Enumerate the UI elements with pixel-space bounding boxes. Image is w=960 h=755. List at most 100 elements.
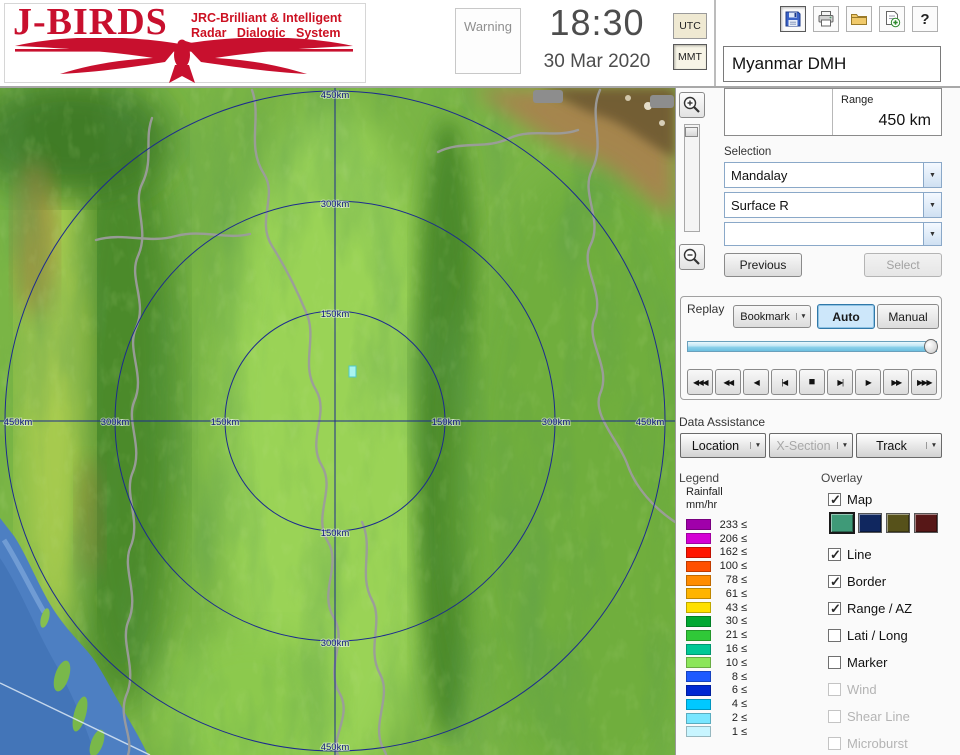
overlay-row-border[interactable]: Border: [828, 573, 958, 590]
ring-label: 150km: [432, 417, 461, 428]
warning-indicator[interactable]: Warning: [455, 8, 521, 74]
print-button[interactable]: [813, 6, 839, 32]
legend-color-swatch: [686, 602, 711, 614]
legend-suffix: ≤: [741, 725, 748, 738]
legend-color-swatch: [686, 629, 711, 641]
legend-value: 1: [731, 725, 738, 738]
legend-color-swatch: [686, 588, 711, 600]
header: JRC-Brilliant & Intelligent J-BIRDS JRC-…: [0, 0, 960, 88]
replay-label: Replay: [687, 302, 725, 316]
overlay-row-shear-line: Shear Line: [828, 708, 958, 724]
legend-row: 2 ≤: [686, 711, 747, 725]
print-icon: [818, 11, 834, 27]
legend-row: 8 ≤: [686, 670, 747, 684]
radar-map[interactable]: 450km 300km 150km 150km 300km 450km 450k…: [0, 78, 720, 755]
overlay-label: Range / AZ: [847, 600, 913, 616]
chevron-down-icon[interactable]: ▼: [923, 193, 941, 217]
playback-to-end-button[interactable]: ▶▶▶: [911, 369, 937, 395]
map-style-swatch[interactable]: [886, 513, 910, 533]
overlay-label: Marker: [847, 654, 888, 670]
ring-label: 300km: [321, 638, 350, 649]
station-title-text: Myanmar DMH: [732, 54, 847, 73]
jbirds-app: JRC-Brilliant & Intelligent J-BIRDS JRC-…: [0, 0, 960, 755]
playback-step-forward-button[interactable]: ▶|: [827, 369, 853, 395]
utc-button[interactable]: UTC: [673, 13, 707, 39]
playback-fast-forward-button[interactable]: ▶▶: [883, 369, 909, 395]
legend-color-swatch: [686, 657, 711, 669]
playback-step-back-button[interactable]: |◀: [771, 369, 797, 395]
legend-row: 61 ≤: [686, 587, 747, 601]
overlay-title: Overlay: [821, 471, 863, 485]
legend-row: 162 ≤: [686, 546, 747, 560]
zoom-in-button[interactable]: [679, 92, 705, 118]
legend-color-swatch: [686, 726, 711, 738]
legend-color-swatch: [686, 671, 711, 683]
previous-button[interactable]: Previous: [724, 253, 802, 277]
timezone-switch: UTC MMT: [673, 13, 707, 75]
replay-slider-thumb[interactable]: [924, 339, 938, 354]
legend-row: 16 ≤: [686, 642, 747, 656]
open-folder-button[interactable]: [846, 6, 872, 32]
range-az-checkbox[interactable]: [828, 601, 841, 617]
zoom-out-button[interactable]: [679, 244, 705, 270]
legend-value: 233: [719, 518, 738, 531]
help-button[interactable]: ?: [912, 6, 938, 32]
map-style-swatch[interactable]: [914, 513, 938, 533]
legend-color-swatch: [686, 574, 711, 586]
zoom-slider[interactable]: [684, 124, 700, 232]
legend-row: 78 ≤: [686, 573, 747, 587]
legend-unit-line2: mm/hr: [686, 499, 718, 511]
map-checkbox[interactable]: [828, 492, 841, 508]
save-button[interactable]: [780, 6, 806, 32]
chevron-down-icon[interactable]: ▼: [796, 313, 810, 320]
map-style-swatch[interactable]: [829, 512, 855, 534]
chevron-down-icon[interactable]: ▼: [923, 163, 941, 187]
zoom-in-icon: [683, 96, 700, 113]
playback-to-start-button[interactable]: ◀◀◀: [687, 369, 713, 395]
export-button[interactable]: [879, 6, 905, 32]
map-style-swatch[interactable]: [858, 513, 882, 533]
manual-mode-button[interactable]: Manual: [877, 304, 939, 329]
legend-scale: 233 ≤ 206 ≤ 162 ≤ 100 ≤ 78 ≤ 61 ≤ 43 ≤ 30 ≤ 21 ≤ …: [686, 518, 747, 739]
site-dropdown[interactable]: Mandalay ▼: [724, 162, 942, 188]
extra-dropdown[interactable]: ▼: [724, 222, 942, 246]
xsection-button[interactable]: X-Section ▼: [769, 433, 853, 458]
select-button[interactable]: Select: [864, 253, 942, 277]
playback-fast-rewind-button[interactable]: ◀◀: [715, 369, 741, 395]
legend-suffix: ≤: [741, 518, 748, 531]
lati-long-checkbox[interactable]: [828, 628, 841, 642]
chevron-down-icon[interactable]: ▼: [837, 442, 852, 449]
playback-stop-button[interactable]: ■: [799, 369, 825, 395]
chevron-down-icon[interactable]: ▼: [923, 223, 941, 245]
overlay-row-line[interactable]: Line: [828, 546, 958, 563]
track-button[interactable]: Track ▼: [856, 433, 942, 458]
legend-suffix: ≤: [741, 684, 748, 697]
zoom-slider-handle[interactable]: [685, 127, 698, 137]
auto-mode-button[interactable]: Auto: [817, 304, 875, 329]
overlay-row-map[interactable]: Map: [828, 491, 958, 508]
track-label: Track: [876, 438, 907, 453]
border-checkbox[interactable]: [828, 574, 841, 590]
chevron-down-icon[interactable]: ▼: [750, 442, 765, 449]
marker-checkbox[interactable]: [828, 655, 841, 669]
overlay-row-marker[interactable]: Marker: [828, 654, 958, 670]
location-button[interactable]: Location ▼: [680, 433, 766, 458]
playback-play-button[interactable]: ▶: [855, 369, 881, 395]
overlay-row-range-az[interactable]: Range / AZ: [828, 600, 958, 617]
mmt-button[interactable]: MMT: [673, 44, 707, 70]
chevron-down-icon[interactable]: ▼: [926, 442, 941, 449]
legend-color-swatch: [686, 712, 711, 724]
overlay-row-lati-long[interactable]: Lati / Long: [828, 627, 958, 643]
legend-value: 30: [725, 615, 738, 628]
legend-color-swatch: [686, 684, 711, 696]
legend-row: 10 ≤: [686, 656, 747, 670]
product-dropdown[interactable]: Surface R ▼: [724, 192, 942, 218]
clock-time: 18:30: [549, 2, 645, 43]
line-checkbox[interactable]: [828, 547, 841, 563]
playback-reverse-button[interactable]: ◀: [743, 369, 769, 395]
legend-value: 10: [725, 656, 738, 669]
bookmark-button[interactable]: Bookmark ▼: [733, 305, 811, 328]
ring-label: 300km: [101, 417, 130, 428]
replay-timeline-slider[interactable]: [687, 339, 938, 354]
overlay-row-wind: Wind: [828, 681, 958, 697]
